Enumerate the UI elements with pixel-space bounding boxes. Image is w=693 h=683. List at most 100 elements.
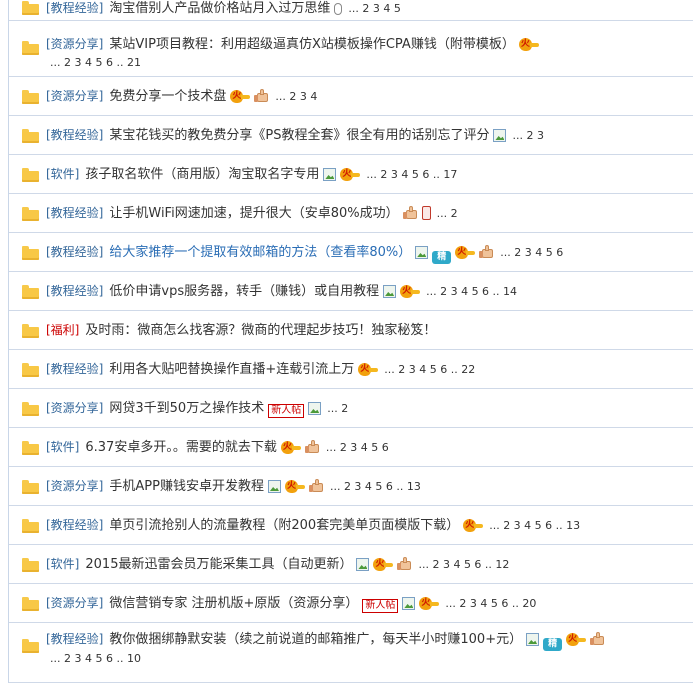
thumbs-up-icon	[479, 245, 494, 259]
thread-row[interactable]: [教程经验] 让手机WiFi网速加速，提升很大（安卓80%成功） ... 2	[9, 194, 693, 233]
thread-pages[interactable]: ... 2 3 4	[275, 90, 317, 103]
thread-category[interactable]: [教程经验]	[46, 245, 103, 259]
fire-hot-icon: 火	[280, 441, 301, 454]
folder-icon	[22, 90, 39, 104]
folder-icon	[22, 480, 39, 494]
thread-pages[interactable]: ... 2	[437, 207, 458, 220]
fire-hot-icon: 火	[230, 90, 251, 103]
thread-row[interactable]: [资源分享] 网贷3千到50万之操作技术 新人帖 ... 2	[9, 389, 693, 428]
thread-pages[interactable]: ... 2 3 4 5 6 .. 22	[384, 363, 475, 376]
thread-pages[interactable]: ... 2	[327, 402, 348, 415]
thread-pages[interactable]: ... 2 3 4 5 6 .. 10	[50, 652, 141, 666]
folder-icon	[22, 285, 39, 299]
thread-category[interactable]: [教程经验]	[46, 284, 103, 298]
thread-title[interactable]: 某宝花钱买的教免费分享《PS教程全套》很全有用的话别忘了评分	[109, 128, 489, 143]
image-attachment-icon	[493, 129, 507, 142]
thread-title[interactable]: 某站VIP项目教程：利用超级逼真仿X站模板操作CPA赚钱（附带模板）	[109, 37, 514, 52]
thread-title[interactable]: 2015最新迅雷会员万能采集工具（自动更新）	[85, 557, 352, 572]
mobile-phone-icon	[421, 206, 431, 220]
image-attachment-icon	[526, 633, 540, 646]
thread-category[interactable]: [软件]	[46, 440, 79, 454]
thread-pages[interactable]: ... 2 3 4 5 6 .. 17	[366, 168, 457, 181]
thread-category[interactable]: [教程经验]	[46, 128, 103, 142]
digest-badge: 精	[543, 638, 563, 651]
thread-row[interactable]: [资源分享] 免费分享一个技术盘火 ... 2 3 4	[9, 77, 693, 116]
thread-category[interactable]: [资源分享]	[46, 479, 103, 493]
new-user-post-badge: 新人帖	[362, 599, 399, 613]
fire-hot-icon: 火	[373, 558, 394, 571]
thread-row[interactable]: [福利] 及时雨：微商怎么找客源？微商的代理起步技巧！独家秘笈！	[9, 311, 693, 350]
thread-category[interactable]: [资源分享]	[46, 596, 103, 610]
thumbs-up-icon	[590, 632, 605, 646]
thread-row[interactable]: [资源分享] 手机APP赚钱安卓开发教程 火 ... 2 3 4 5 6 .. 13	[9, 467, 693, 506]
thread-category[interactable]: [教程经验]	[46, 518, 103, 532]
thread-category[interactable]: [资源分享]	[46, 37, 103, 51]
thread-row[interactable]: [软件] 2015最新迅雷会员万能采集工具（自动更新） 火 ... 2 3 4 5 6…	[9, 545, 693, 584]
thread-category[interactable]: [软件]	[46, 167, 79, 181]
thread-category[interactable]: [资源分享]	[46, 89, 103, 103]
thread-pages[interactable]: ... 2 3 4 5 6	[500, 246, 563, 259]
thread-title[interactable]: 让手机WiFi网速加速，提升很大（安卓80%成功）	[109, 206, 398, 221]
thread-title[interactable]: 微信营销专家 注册机版+原版（资源分享）	[109, 596, 358, 611]
thread-title[interactable]: 手机APP赚钱安卓开发教程	[109, 479, 264, 494]
paperclip-icon	[334, 3, 343, 15]
folder-icon	[22, 129, 39, 143]
thread-pages[interactable]: ... 2 3 4 5	[348, 2, 400, 15]
thread-row[interactable]: [教程经验] 教你做捆绑静默安装（续之前说道的邮箱推广，每天半小时赚100+元） 精…	[9, 623, 693, 683]
thread-title[interactable]: 利用各大贴吧替换操作直播+连载引流上万	[109, 362, 354, 377]
image-attachment-icon	[308, 402, 322, 415]
thread-row[interactable]: [教程经验] 淘宝借别人产品做价格站月入过万思维 ... 2 3 4 5	[9, 0, 693, 21]
thread-category[interactable]: [资源分享]	[46, 401, 103, 415]
folder-icon	[22, 402, 39, 416]
folder-icon	[22, 41, 39, 55]
thread-row[interactable]: [教程经验] 利用各大贴吧替换操作直播+连载引流上万火 ... 2 3 4 5 6 …	[9, 350, 693, 389]
fire-hot-icon: 火	[358, 363, 379, 376]
fire-hot-icon: 火	[463, 519, 484, 532]
thread-pages[interactable]: ... 2 3 4 5 6 .. 13	[330, 480, 421, 493]
thumbs-up-icon	[304, 440, 320, 454]
thread-title[interactable]: 教你做捆绑静默安装（续之前说道的邮箱推广，每天半小时赚100+元）	[109, 632, 522, 647]
thread-title[interactable]: 单页引流抢别人的流量教程（附200套完美单页面模版下载）	[109, 518, 459, 533]
new-user-post-badge: 新人帖	[268, 404, 305, 418]
thread-pages[interactable]: ... 2 3 4 5 6 .. 20	[445, 597, 536, 610]
thread-category[interactable]: [教程经验]	[46, 362, 103, 376]
thread-category[interactable]: [教程经验]	[46, 1, 103, 15]
thread-pages[interactable]: ... 2 3 4 5 6 .. 12	[418, 558, 509, 571]
fire-hot-icon: 火	[284, 480, 305, 493]
fire-hot-icon: 火	[340, 168, 361, 181]
folder-icon	[22, 519, 39, 533]
thread-title[interactable]: 6.37安卓多开。。需要的就去下载	[85, 440, 276, 455]
thread-row[interactable]: [教程经验] 低价申请vps服务器，转手（赚钱）或自用教程 火 ... 2 3 4 5…	[9, 272, 693, 311]
image-attachment-icon	[323, 168, 337, 181]
thread-pages[interactable]: ... 2 3 4 5 6 .. 21	[50, 56, 141, 70]
thumbs-up-icon	[402, 206, 418, 220]
thread-category[interactable]: [教程经验]	[46, 632, 103, 646]
thread-row[interactable]: [教程经验] 单页引流抢别人的流量教程（附200套完美单页面模版下载） 火 ... 2…	[9, 506, 693, 545]
thread-title[interactable]: 孩子取名软件（商用版）淘宝取名字专用	[85, 167, 319, 182]
fire-hot-icon: 火	[518, 38, 539, 51]
fire-hot-icon: 火	[455, 246, 476, 259]
thread-title[interactable]: 给大家推荐一个提取有效邮箱的方法（查看率80%）	[109, 245, 411, 260]
thread-pages[interactable]: ... 2 3	[512, 129, 543, 142]
fire-hot-icon: 火	[400, 285, 421, 298]
thread-row[interactable]: [教程经验] 某宝花钱买的教免费分享《PS教程全套》很全有用的话别忘了评分 ... …	[9, 116, 693, 155]
thread-title[interactable]: 低价申请vps服务器，转手（赚钱）或自用教程	[109, 284, 379, 299]
thread-row[interactable]: [软件] 6.37安卓多开。。需要的就去下载火 ... 2 3 4 5 6	[9, 428, 693, 467]
thread-pages[interactable]: ... 2 3 4 5 6 .. 14	[426, 285, 517, 298]
thread-category[interactable]: [教程经验]	[46, 206, 103, 220]
thumbs-up-icon	[254, 89, 269, 103]
thread-row[interactable]: [教程经验] 给大家推荐一个提取有效邮箱的方法（查看率80%） 精火 ... 2 3 …	[9, 233, 693, 272]
thread-category[interactable]: [软件]	[46, 557, 79, 571]
thread-pages[interactable]: ... 2 3 4 5 6 .. 13	[489, 519, 580, 532]
thread-pages[interactable]: ... 2 3 4 5 6	[326, 441, 389, 454]
folder-icon	[22, 324, 39, 338]
thread-row[interactable]: [软件] 孩子取名软件（商用版）淘宝取名字专用 火 ... 2 3 4 5 6 .. …	[9, 155, 693, 194]
thread-title[interactable]: 淘宝借别人产品做价格站月入过万思维	[109, 1, 330, 16]
thread-row[interactable]: [资源分享] 某站VIP项目教程：利用超级逼真仿X站模板操作CPA赚钱（附带模板）…	[9, 21, 693, 77]
thread-title[interactable]: 及时雨：微商怎么找客源？微商的代理起步技巧！独家秘笈！	[85, 323, 436, 338]
thread-row[interactable]: [资源分享] 微信营销专家 注册机版+原版（资源分享） 新人帖 火 ... 2 3 4 …	[9, 584, 693, 623]
image-attachment-icon	[383, 285, 397, 298]
thread-title[interactable]: 免费分享一个技术盘	[109, 89, 226, 104]
thread-category[interactable]: [福利]	[46, 323, 79, 337]
thread-title[interactable]: 网贷3千到50万之操作技术	[109, 401, 264, 416]
